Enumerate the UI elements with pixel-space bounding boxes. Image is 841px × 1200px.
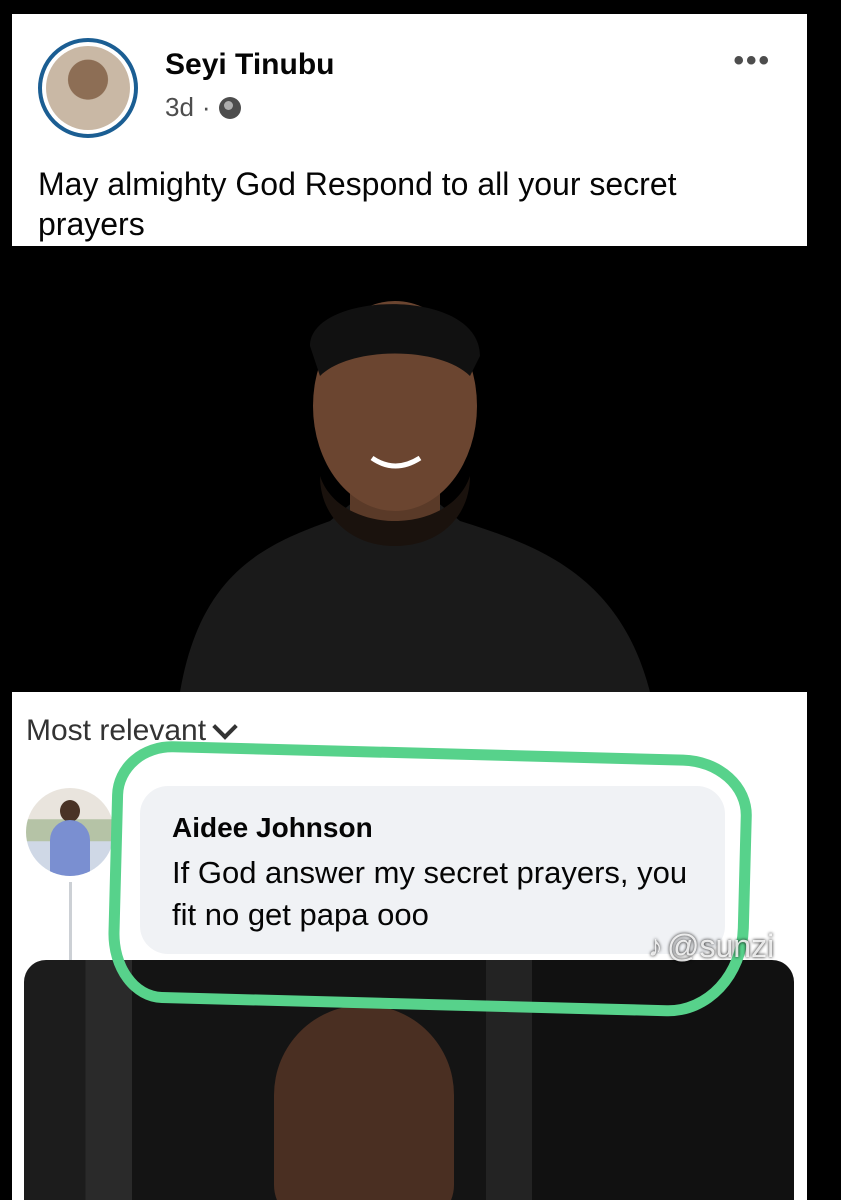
thread-line bbox=[69, 882, 72, 962]
watermark: ♪ @sunzi bbox=[648, 928, 774, 965]
avatar-body bbox=[50, 820, 90, 876]
globe-icon bbox=[218, 96, 241, 119]
post-photo-image bbox=[0, 246, 841, 692]
tiktok-icon: ♪ bbox=[648, 929, 663, 963]
avatar-image bbox=[46, 46, 130, 130]
more-options-button[interactable]: ••• bbox=[733, 44, 771, 78]
author-avatar[interactable] bbox=[38, 38, 138, 138]
post-photo[interactable] bbox=[0, 246, 841, 692]
comment-sort-dropdown[interactable]: Most relevant bbox=[26, 714, 238, 748]
chevron-down-icon bbox=[212, 714, 238, 740]
avatar-head bbox=[60, 800, 80, 822]
comment-photo[interactable] bbox=[24, 960, 794, 1200]
meta-separator: · bbox=[201, 92, 211, 122]
comment-author[interactable]: Aidee Johnson bbox=[172, 812, 373, 844]
post-text: May almighty God Respond to all your sec… bbox=[38, 166, 677, 242]
post-card: Seyi Tinubu 3d · ••• May almighty God Re… bbox=[12, 14, 807, 246]
comment-bubble: Aidee Johnson If God answer my secret pr… bbox=[140, 786, 725, 954]
comment-photo-subject bbox=[274, 1005, 454, 1200]
commenter-avatar[interactable] bbox=[26, 788, 114, 876]
post-age[interactable]: 3d bbox=[165, 92, 194, 123]
comment-text: If God answer my secret prayers, you fit… bbox=[172, 855, 688, 932]
sort-label: Most relevant bbox=[26, 714, 207, 747]
post-meta: 3d · bbox=[165, 92, 241, 123]
watermark-handle: @sunzi bbox=[667, 928, 775, 964]
post-author-name[interactable]: Seyi Tinubu bbox=[165, 48, 334, 82]
